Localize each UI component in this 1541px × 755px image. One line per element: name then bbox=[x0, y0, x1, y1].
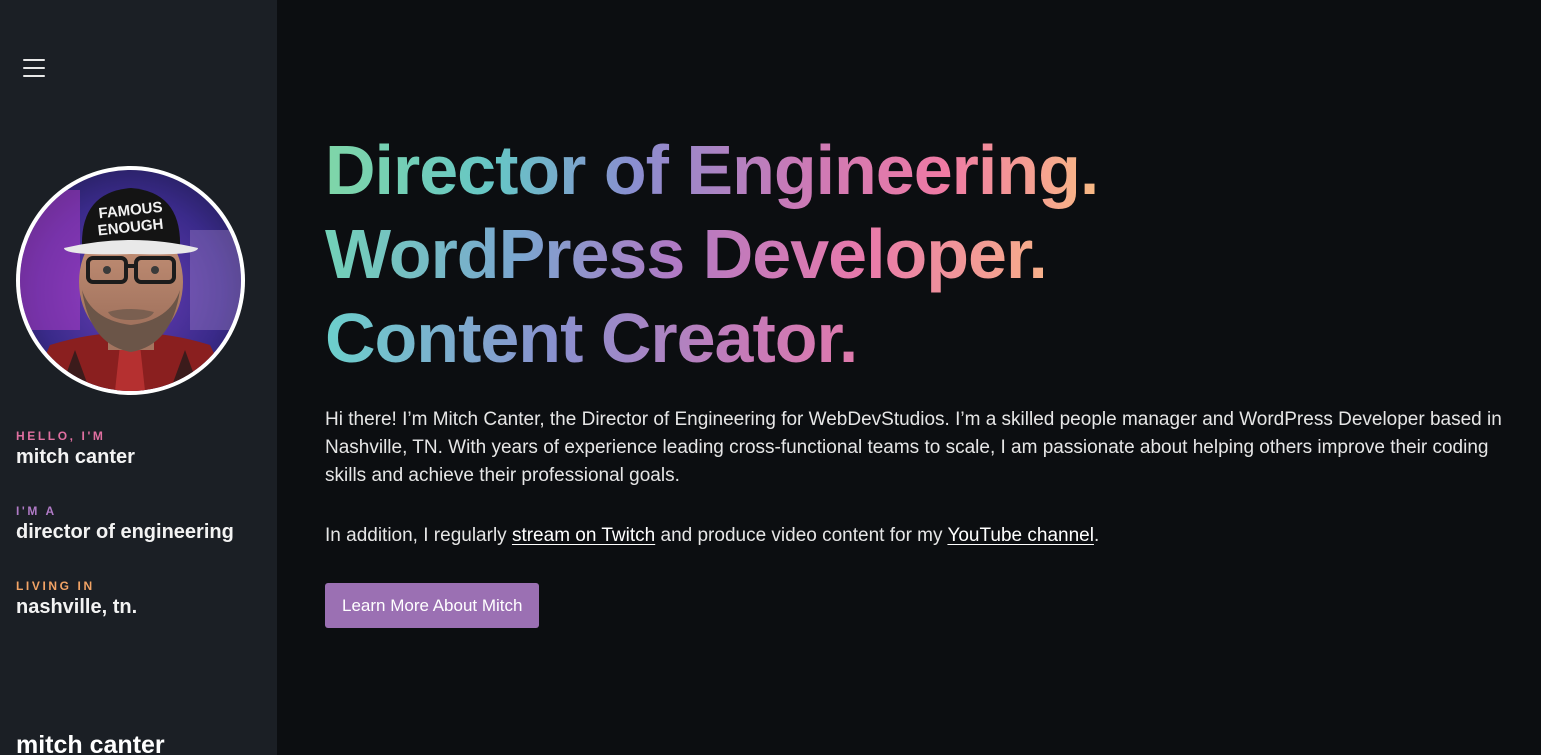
role-block: I'M A director of engineering bbox=[16, 504, 234, 544]
living-block: LIVING IN nashville, tn. bbox=[16, 579, 137, 619]
page: FAMOUS ENOUGH HELLO, I'M mitch canter I'… bbox=[0, 0, 1541, 755]
role-value: director of engineering bbox=[16, 521, 234, 543]
living-value: nashville, tn. bbox=[16, 596, 138, 618]
living-kicker: LIVING IN bbox=[16, 579, 95, 593]
headline-line-1: Director of Engineering. bbox=[325, 128, 1099, 212]
headline-line-2: WordPress Developer. bbox=[325, 212, 1098, 296]
footer-site-name[interactable]: mitch canter bbox=[16, 731, 165, 755]
streaming-text-prefix: In addition, I regularly bbox=[325, 525, 512, 546]
hamburger-menu-icon[interactable] bbox=[22, 56, 46, 80]
hello-kicker: HELLO, I'M bbox=[16, 429, 106, 443]
hello-block: HELLO, I'M mitch canter bbox=[16, 429, 135, 469]
bio-paragraph: Hi there! I’m Mitch Canter, the Director… bbox=[325, 409, 1502, 486]
youtube-link[interactable]: YouTube channel bbox=[947, 525, 1094, 546]
streaming-paragraph: In addition, I regularly stream on Twitc… bbox=[325, 522, 1525, 550]
streaming-text-suffix: . bbox=[1093, 525, 1100, 546]
headline-line-3: Content Creator. bbox=[325, 296, 1098, 380]
hero-headline: Director of Engineering. WordPress Devel… bbox=[325, 128, 1099, 380]
streaming-text-middle: and produce video content for my bbox=[655, 525, 948, 546]
profile-photo: FAMOUS ENOUGH bbox=[20, 170, 241, 391]
avatar: FAMOUS ENOUGH bbox=[16, 166, 245, 395]
twitch-link[interactable]: stream on Twitch bbox=[512, 525, 655, 546]
hello-name: mitch canter bbox=[16, 446, 135, 468]
learn-more-button[interactable]: Learn More About Mitch bbox=[325, 583, 540, 628]
sidebar: FAMOUS ENOUGH HELLO, I'M mitch canter I'… bbox=[0, 0, 277, 755]
role-kicker: I'M A bbox=[16, 504, 57, 518]
main-content: Director of Engineering. WordPress Devel… bbox=[277, 0, 1541, 755]
